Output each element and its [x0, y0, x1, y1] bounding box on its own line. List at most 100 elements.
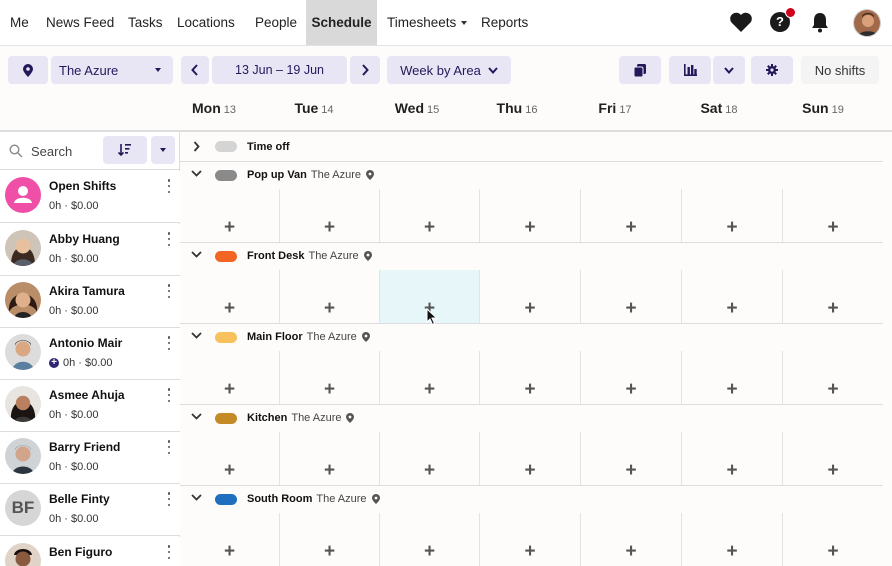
add-icon[interactable]: + — [524, 218, 535, 237]
add-shift-cell-mon[interactable]: + — [180, 189, 280, 242]
add-icon[interactable]: + — [324, 218, 335, 237]
add-icon[interactable]: + — [224, 299, 235, 318]
next-week-button[interactable] — [350, 56, 380, 84]
add-icon[interactable]: + — [324, 380, 335, 399]
chevron-down-icon[interactable] — [191, 494, 202, 501]
add-shift-cell-fri[interactable]: + — [581, 351, 682, 404]
chevron-right-icon[interactable] — [193, 141, 200, 152]
add-icon[interactable]: + — [827, 380, 838, 399]
add-shift-cell-wed[interactable]: + — [380, 513, 480, 566]
add-icon[interactable]: + — [524, 542, 535, 561]
add-shift-cell-sat[interactable]: + — [682, 270, 783, 323]
nav-tasks[interactable]: Tasks — [128, 0, 163, 45]
more-menu-icon[interactable] — [166, 284, 172, 298]
nav-schedule[interactable]: Schedule — [306, 0, 377, 45]
add-icon[interactable]: + — [224, 218, 235, 237]
add-icon[interactable]: + — [625, 299, 636, 318]
add-icon[interactable]: + — [625, 542, 636, 561]
nav-locations[interactable]: Locations — [177, 0, 235, 45]
add-icon[interactable]: + — [625, 218, 636, 237]
help-icon[interactable]: ? — [768, 7, 796, 34]
add-icon[interactable]: + — [827, 542, 838, 561]
add-shift-cell-sun[interactable]: + — [783, 513, 883, 566]
add-icon[interactable]: + — [424, 380, 435, 399]
chevron-down-icon[interactable] — [191, 251, 202, 258]
add-icon[interactable]: + — [726, 299, 737, 318]
add-shift-cell-tue[interactable]: + — [280, 270, 380, 323]
add-icon[interactable]: + — [324, 542, 335, 561]
add-shift-cell-fri[interactable]: + — [581, 432, 682, 485]
nav-news-feed[interactable]: News Feed — [46, 0, 114, 45]
nav-reports[interactable]: Reports — [481, 0, 528, 45]
add-shift-cell-mon[interactable]: + — [180, 513, 280, 566]
add-shift-cell-thu[interactable]: + — [480, 189, 581, 242]
add-icon[interactable]: + — [524, 299, 535, 318]
chevron-down-icon[interactable] — [191, 332, 202, 339]
add-shift-cell-wed[interactable]: + — [380, 270, 480, 323]
list-item-barry-friend[interactable]: Barry Friend 0h · $0.00 — [0, 432, 180, 484]
profile-avatar[interactable] — [853, 9, 881, 37]
add-icon[interactable]: + — [224, 380, 235, 399]
add-shift-cell-tue[interactable]: + — [280, 351, 380, 404]
add-shift-cell-mon[interactable]: + — [180, 432, 280, 485]
date-range-picker[interactable]: 13 Jun – 19 Jun — [212, 56, 347, 84]
add-icon[interactable]: + — [324, 299, 335, 318]
add-icon[interactable]: + — [524, 461, 535, 480]
add-icon[interactable]: + — [224, 542, 235, 561]
nav-people[interactable]: People — [255, 0, 297, 45]
add-shift-cell-sat[interactable]: + — [682, 351, 783, 404]
add-shift-cell-fri[interactable]: + — [581, 513, 682, 566]
add-icon[interactable]: + — [726, 461, 737, 480]
more-menu-icon[interactable] — [166, 545, 172, 559]
add-icon[interactable]: + — [424, 461, 435, 480]
add-icon[interactable]: + — [324, 461, 335, 480]
add-shift-cell-mon[interactable]: + — [180, 270, 280, 323]
add-icon[interactable]: + — [827, 299, 838, 318]
add-shift-cell-sat[interactable]: + — [682, 432, 783, 485]
nav-timesheets[interactable]: Timesheets — [387, 0, 468, 45]
list-item-belle-finty[interactable]: BF Belle Finty 0h · $0.00 — [0, 484, 180, 536]
add-shift-cell-sun[interactable]: + — [783, 270, 883, 323]
add-shift-cell-sat[interactable]: + — [682, 513, 783, 566]
add-icon[interactable]: + — [726, 218, 737, 237]
add-icon[interactable]: + — [827, 218, 838, 237]
add-shift-cell-thu[interactable]: + — [480, 270, 581, 323]
settings-button[interactable] — [751, 56, 793, 84]
view-select[interactable]: Week by Area — [387, 56, 511, 84]
sort-button[interactable] — [103, 136, 147, 164]
list-item-ben-figuro[interactable]: Ben Figuro — [0, 537, 180, 566]
chevron-down-icon[interactable] — [191, 413, 202, 420]
stats-button[interactable] — [669, 56, 711, 84]
stats-dropdown-button[interactable] — [713, 56, 745, 84]
chevron-down-icon[interactable] — [191, 170, 202, 177]
add-icon[interactable]: + — [827, 461, 838, 480]
add-shift-cell-wed[interactable]: + — [380, 189, 480, 242]
add-shift-cell-tue[interactable]: + — [280, 513, 380, 566]
time-off-row[interactable]: Time off — [180, 132, 883, 162]
add-icon[interactable]: + — [224, 461, 235, 480]
add-shift-cell-sun[interactable]: + — [783, 189, 883, 242]
add-icon[interactable]: + — [726, 380, 737, 399]
add-shift-cell-fri[interactable]: + — [581, 189, 682, 242]
add-icon[interactable]: + — [424, 299, 435, 318]
add-shift-cell-wed[interactable]: + — [380, 351, 480, 404]
list-item-abby-huang[interactable]: Abby Huang 0h · $0.00 — [0, 224, 180, 276]
add-shift-cell-fri[interactable]: + — [581, 270, 682, 323]
more-menu-icon[interactable] — [166, 232, 172, 246]
add-icon[interactable]: + — [625, 380, 636, 399]
nav-me[interactable]: Me — [10, 0, 29, 45]
no-shifts-button[interactable]: No shifts — [801, 56, 879, 84]
add-icon[interactable]: + — [726, 542, 737, 561]
add-shift-cell-thu[interactable]: + — [480, 513, 581, 566]
add-shift-cell-wed[interactable]: + — [380, 432, 480, 485]
more-menu-icon[interactable] — [166, 440, 172, 454]
add-shift-cell-sun[interactable]: + — [783, 432, 883, 485]
add-icon[interactable]: + — [625, 461, 636, 480]
add-shift-cell-tue[interactable]: + — [280, 189, 380, 242]
list-item-open-shifts[interactable]: Open Shifts 0h · $0.00 — [0, 171, 180, 223]
add-icon[interactable]: + — [524, 380, 535, 399]
more-menu-icon[interactable] — [166, 492, 172, 506]
add-icon[interactable]: + — [424, 218, 435, 237]
add-shift-cell-thu[interactable]: + — [480, 432, 581, 485]
heart-icon[interactable] — [729, 10, 753, 34]
